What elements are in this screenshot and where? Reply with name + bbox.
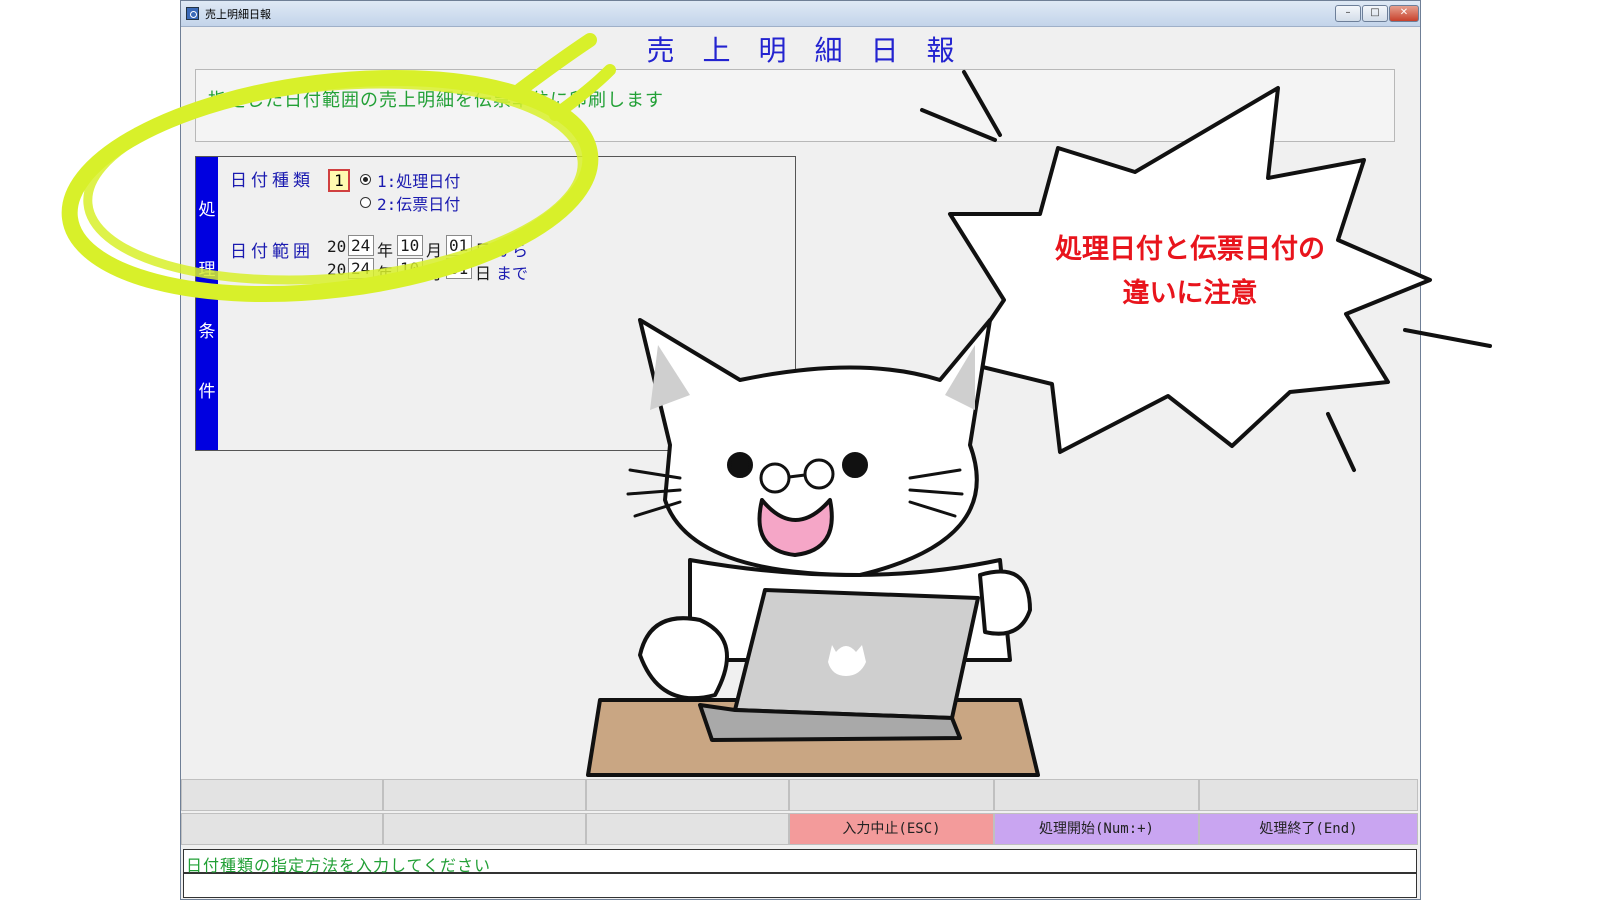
to-month-input[interactable]: 10 bbox=[397, 258, 423, 279]
maximize-button[interactable]: □ bbox=[1362, 5, 1388, 22]
description-text: 指定した日付範囲の売上明細を伝票単位に印刷します bbox=[208, 90, 664, 111]
to-year-input[interactable]: 24 bbox=[348, 258, 374, 279]
function-key-f9[interactable] bbox=[586, 813, 789, 845]
function-key-f5[interactable] bbox=[994, 779, 1199, 811]
function-key-f7[interactable] bbox=[181, 813, 383, 845]
date-range-label: 日付範囲 bbox=[230, 242, 314, 262]
side-label-char: 理 bbox=[198, 260, 216, 280]
function-key-f8[interactable] bbox=[383, 813, 586, 845]
from-day-unit: 日 bbox=[475, 241, 492, 260]
callout-line-1: 処理日付と伝票日付の bbox=[1055, 234, 1325, 265]
to-month-unit: 月 bbox=[426, 264, 443, 283]
end-process-button[interactable]: 処理終了(End) bbox=[1199, 813, 1418, 845]
option-slip-date[interactable]: 2:伝票日付 bbox=[377, 191, 460, 215]
window-title: 売上明細日報 bbox=[205, 8, 271, 21]
to-century: 20 bbox=[327, 260, 347, 279]
side-label-char: 条 bbox=[198, 322, 216, 342]
function-key-f3[interactable] bbox=[586, 779, 789, 811]
status-bar-secondary bbox=[183, 873, 1417, 898]
conditions-panel: 処 理 条 件 日付種類 1 1:処理日付 2:伝票日付 日付範囲 20 24 … bbox=[195, 156, 796, 451]
function-key-f1[interactable] bbox=[181, 779, 383, 811]
function-key-f6[interactable] bbox=[1199, 779, 1418, 811]
to-suffix: まで bbox=[496, 264, 529, 283]
app-icon bbox=[186, 7, 199, 20]
from-suffix: から bbox=[496, 241, 529, 260]
radio-slip-date[interactable] bbox=[360, 197, 371, 208]
description-box: 指定した日付範囲の売上明細を伝票単位に印刷します bbox=[195, 69, 1395, 142]
function-key-f2[interactable] bbox=[383, 779, 586, 811]
title-bar[interactable]: 売上明細日報 – □ ✕ bbox=[181, 1, 1420, 27]
cancel-input-button[interactable]: 入力中止(ESC) bbox=[789, 813, 994, 845]
callout-text: 処理日付と伝票日付の 違いに注意 bbox=[1010, 228, 1370, 316]
from-month-input[interactable]: 10 bbox=[397, 235, 423, 256]
to-day-input[interactable]: 31 bbox=[446, 258, 472, 279]
conditions-side-label: 処 理 条 件 bbox=[196, 157, 218, 450]
form-title: 売上明細日報 bbox=[646, 34, 983, 67]
callout-line-2: 違いに注意 bbox=[1122, 278, 1258, 309]
from-year-unit: 年 bbox=[377, 241, 394, 260]
function-key-f4[interactable] bbox=[789, 779, 994, 811]
side-label-char: 処 bbox=[198, 200, 216, 220]
date-type-label: 日付種類 bbox=[230, 171, 314, 191]
from-year-input[interactable]: 24 bbox=[348, 235, 374, 256]
app-window: 売上明細日報 – □ ✕ 売上明細日報 指定した日付範囲の売上明細を伝票単位に印… bbox=[180, 0, 1421, 900]
option-processing-date[interactable]: 1:処理日付 bbox=[377, 168, 460, 192]
from-century: 20 bbox=[327, 237, 347, 256]
radio-processing-date[interactable] bbox=[360, 174, 371, 185]
side-label-char: 件 bbox=[198, 382, 216, 402]
from-day-input[interactable]: 01 bbox=[446, 235, 472, 256]
status-bar: 日付種類の指定方法を入力してください bbox=[183, 849, 1417, 875]
minimize-button[interactable]: – bbox=[1335, 5, 1361, 22]
to-day-unit: 日 bbox=[475, 264, 492, 283]
from-month-unit: 月 bbox=[426, 241, 443, 260]
date-type-input[interactable]: 1 bbox=[328, 169, 350, 192]
close-button[interactable]: ✕ bbox=[1389, 5, 1419, 22]
start-process-button[interactable]: 処理開始(Num:+) bbox=[994, 813, 1199, 845]
to-year-unit: 年 bbox=[377, 264, 394, 283]
